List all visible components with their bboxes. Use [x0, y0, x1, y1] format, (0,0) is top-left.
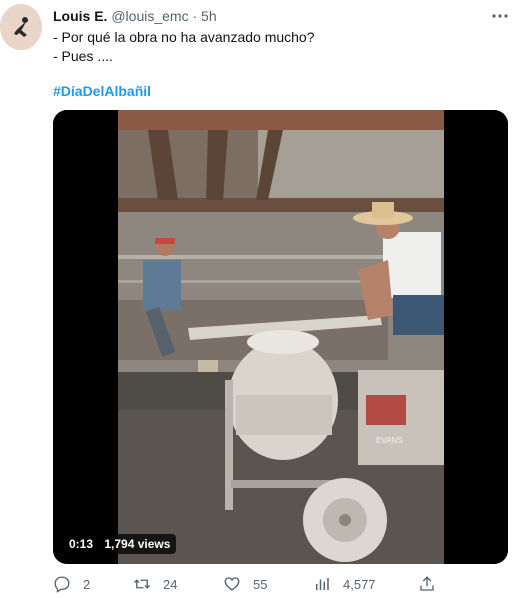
- tweet: Louis E. @louis_emc · 5h - Por qué la ob…: [0, 0, 517, 598]
- video-player[interactable]: EVANS 0:13 1,794 views: [53, 110, 508, 564]
- video-overlay-stats: 0:13 1,794 views: [63, 534, 177, 554]
- video-timestamp: 0:13: [69, 537, 94, 551]
- mixer-brand-label: EVANS: [376, 436, 403, 445]
- retweet-count: 24: [163, 576, 178, 592]
- author-handle[interactable]: @louis_emc: [111, 8, 188, 24]
- tweet-text-line: - Por qué la obra no ha avanzado mucho?: [53, 29, 315, 45]
- reply-count: 2: [83, 576, 91, 592]
- retweet-button[interactable]: 24: [133, 574, 177, 594]
- reply-button[interactable]: 2: [53, 574, 90, 594]
- like-button[interactable]: 55: [223, 574, 267, 594]
- tweet-time[interactable]: 5h: [201, 8, 217, 24]
- video-frame: EVANS: [53, 110, 508, 564]
- more-icon: [492, 14, 508, 18]
- views-icon: [316, 578, 329, 590]
- action-bar: 2 24 55 4,577: [53, 574, 493, 594]
- tweet-text-line: - Pues ....: [53, 48, 113, 64]
- hashtag-link[interactable]: #DíaDelAlbañil: [53, 83, 151, 99]
- avatar[interactable]: [0, 4, 42, 50]
- views-count: 4,577: [343, 576, 376, 592]
- tweet-header: Louis E. @louis_emc · 5h: [53, 8, 217, 24]
- more-options-button[interactable]: [489, 7, 511, 25]
- reply-icon: [54, 576, 70, 593]
- retweet-icon: [134, 579, 150, 589]
- avatar-image: [0, 4, 42, 50]
- video-views: 1,794 views: [104, 537, 171, 551]
- separator-dot: ·: [192, 8, 198, 24]
- share-button[interactable]: [418, 574, 448, 594]
- views-button[interactable]: 4,577: [313, 574, 376, 594]
- author-name[interactable]: Louis E.: [53, 8, 107, 24]
- like-count: 55: [253, 576, 268, 592]
- like-icon: [224, 577, 240, 591]
- share-icon: [420, 576, 434, 591]
